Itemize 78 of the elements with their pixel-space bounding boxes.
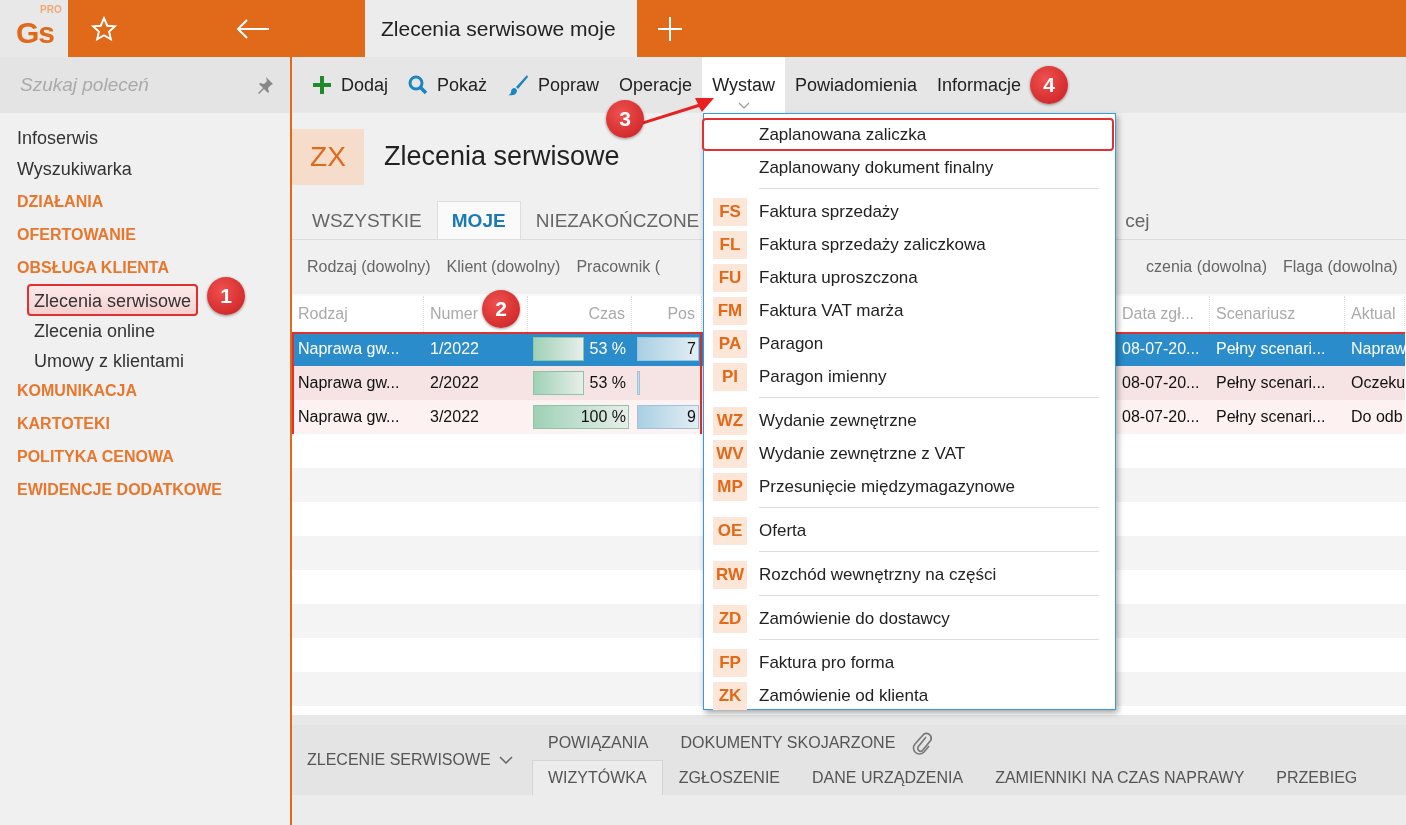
logo-text: Gs [16, 21, 55, 45]
table-cell: Pełny scenari... [1210, 366, 1345, 400]
sidebar-item[interactable]: Zlecenia serwisowe [27, 284, 199, 316]
document-tab[interactable]: Zlecenia serwisowe moje [365, 0, 637, 57]
table-cell: Naprawa gw... [292, 400, 424, 434]
menu-item[interactable]: PA Paragon [702, 327, 1114, 360]
toolbar-button[interactable]: Informacje [927, 70, 1032, 100]
menu-item[interactable]: FU Faktura uproszczona [702, 261, 1114, 294]
table-cell: Pełny scenari... [1210, 400, 1345, 434]
view-tab[interactable]: WSZYSTKIE [297, 201, 437, 239]
menu-item[interactable]: MP Przesunięcie międzymagazynowe [702, 470, 1114, 503]
table-cell: Do odb [1345, 400, 1405, 434]
chevron-icon [737, 102, 750, 109]
sidebar-item[interactable]: Umowy z klientami [27, 344, 192, 376]
document-code: ZX [292, 128, 364, 185]
panel-tab[interactable]: DOKUMENTY SKOJARZONE [664, 725, 912, 760]
menu-item[interactable]: FS Faktura sprzedaży [702, 195, 1114, 228]
star-icon[interactable] [91, 15, 117, 42]
table-cell: 9 [632, 400, 702, 434]
table-cell: 53 % [528, 366, 632, 400]
filter-dropdown[interactable]: czenia (dowolna) [1146, 258, 1267, 276]
table-cell: 08-07-20... [1116, 366, 1210, 400]
toolbar-button[interactable]: Dodaj [302, 70, 399, 100]
filter-dropdown[interactable]: Pracownik ( [576, 258, 660, 276]
filter-dropdown[interactable]: Rodzaj (dowolny) [307, 258, 431, 276]
view-tab[interactable]: MOJE [436, 201, 521, 239]
toolbar-button[interactable]: Wystaw [702, 57, 785, 113]
step-marker: 3 [606, 100, 644, 138]
filter-dropdown[interactable]: Flaga (dowolna) [1282, 258, 1398, 276]
toolbar-button[interactable]: Powiadomienia [785, 70, 928, 100]
panel-tab[interactable]: DANE URZĄDZENIA [796, 760, 980, 795]
table-cell: 100 % [528, 400, 632, 434]
menu-item[interactable]: Zaplanowana zaliczka [702, 118, 1114, 151]
table-cell: 08-07-20... [1116, 400, 1210, 434]
table-cell: Oczeku [1345, 366, 1405, 400]
filter-dropdown[interactable]: Klient (dowolny) [446, 258, 561, 276]
menu-item[interactable]: ZD Zamówienie do dostawcy [702, 602, 1114, 635]
menu-item[interactable]: PI Paragon imienny [702, 360, 1114, 393]
logo-label: PRO [40, 5, 62, 15]
chevron-icon [498, 756, 513, 764]
pin-icon[interactable] [256, 76, 274, 94]
toolbar-button[interactable]: Operacje [609, 70, 703, 100]
menu-item[interactable]: FL Faktura sprzedaży zaliczkowa [702, 228, 1114, 261]
panel-tab[interactable]: ZGŁOSZENIE [662, 760, 796, 795]
plus-icon[interactable] [657, 15, 683, 42]
table-cell: 53 % [528, 332, 632, 366]
toolbar-button[interactable]: Pokaż [398, 70, 498, 100]
menu-item[interactable]: ZK Zamówienie od klienta [702, 679, 1114, 712]
table-cell: Pełny scenari... [1210, 332, 1345, 366]
panel-dropdown[interactable]: ZLECENIE SERWISOWE [292, 751, 532, 769]
search-icon [408, 75, 429, 95]
brush-icon [507, 74, 530, 96]
plus-icon [312, 75, 332, 95]
sidebar-link[interactable]: Wyszukiwarka [0, 154, 290, 185]
table-cell: 7 [632, 332, 702, 366]
sidebar-item[interactable]: Zlecenia online [27, 314, 163, 346]
page-title: Zlecenia serwisowe [384, 141, 620, 172]
menu-item[interactable]: FM Faktura VAT marża [702, 294, 1114, 327]
panel-tab[interactable]: WIZYTÓWKA [532, 760, 663, 795]
table-cell: 2/2022 [424, 366, 528, 400]
back-arrow-icon[interactable] [235, 18, 270, 39]
table-cell: Naprawa gw... [292, 332, 424, 366]
toolbar-button[interactable]: Popraw [497, 70, 610, 100]
table-cell: Naprawa gw... [292, 366, 424, 400]
table-cell: 08-07-20... [1116, 332, 1210, 366]
menu-item[interactable]: RW Rozchód wewnętrzny na części [702, 558, 1114, 591]
sidebar-link[interactable]: Infoserwis [0, 123, 290, 154]
panel-tab[interactable]: PRZEBIEG [1260, 760, 1374, 795]
view-tab[interactable]: cej [1119, 201, 1165, 239]
menu-item[interactable]: Zaplanowany dokument finalny [702, 151, 1114, 184]
menu-item[interactable]: WZ Wydanie zewnętrzne [702, 404, 1114, 437]
table-cell: 1/2022 [424, 332, 528, 366]
menu-item[interactable]: WV Wydanie zewnętrzne z VAT [702, 437, 1114, 470]
menu-item[interactable]: OE Oferta [702, 514, 1114, 547]
menu-item[interactable]: FP Faktura pro forma [702, 646, 1114, 679]
table-cell: 3/2022 [424, 400, 528, 434]
panel-tab[interactable]: ZAMIENNIKI NA CZAS NAPRAWY [979, 760, 1261, 795]
panel-tab[interactable]: POWIĄZANIA [532, 725, 665, 760]
